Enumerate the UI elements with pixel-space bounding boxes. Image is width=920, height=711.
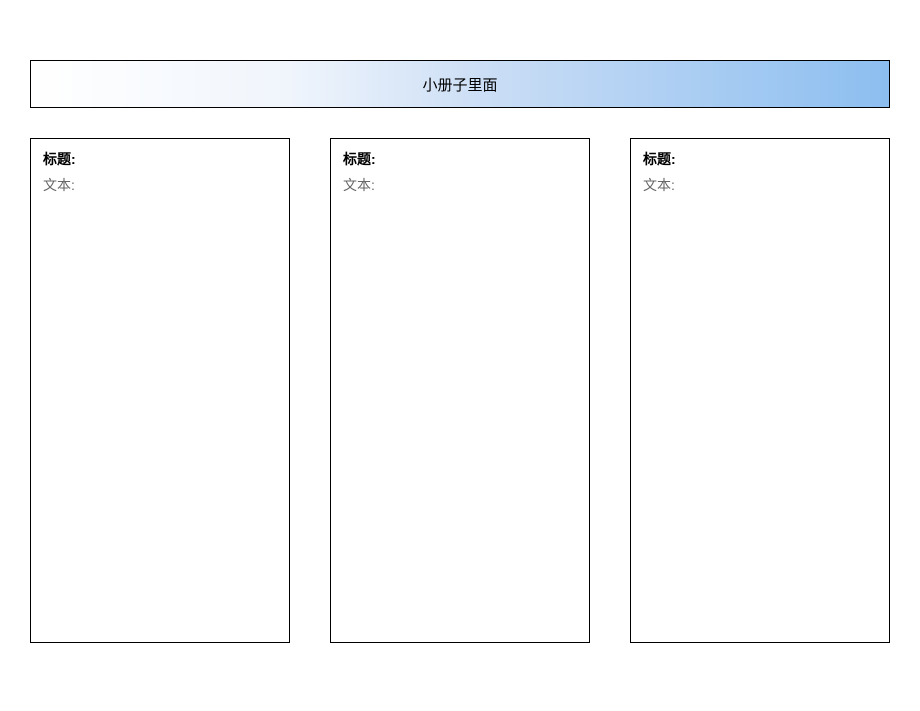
panel-text-label: 文本: [343, 175, 577, 195]
page-banner: 小册子里面 [30, 60, 890, 108]
panel-title-label: 标题: [643, 149, 877, 169]
panel-text-label: 文本: [643, 175, 877, 195]
panel-left: 标题: 文本: [30, 138, 290, 643]
panel-title-label: 标题: [43, 149, 277, 169]
panel-center: 标题: 文本: [330, 138, 590, 643]
panel-title-label: 标题: [343, 149, 577, 169]
panel-right: 标题: 文本: [630, 138, 890, 643]
panel-text-label: 文本: [43, 175, 277, 195]
panels-container: 标题: 文本: 标题: 文本: 标题: 文本: [30, 138, 890, 643]
banner-title: 小册子里面 [422, 74, 497, 95]
